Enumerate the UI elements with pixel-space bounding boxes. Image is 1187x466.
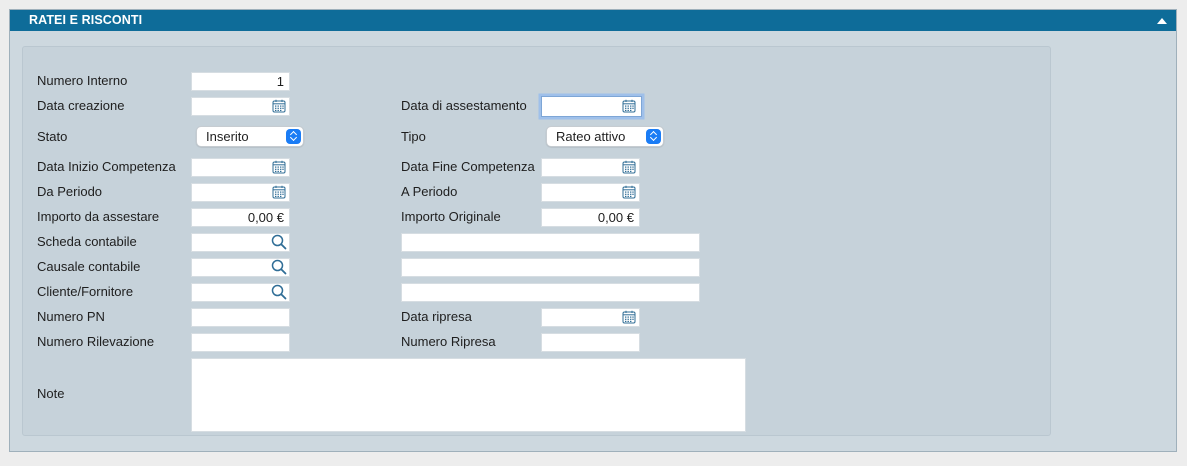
stato-select-value: Inserito	[206, 129, 249, 144]
data-creazione-label: Data creazione	[37, 98, 125, 113]
causale-contabile-label: Causale contabile	[37, 259, 141, 274]
numero-rilevazione-label: Numero Rilevazione	[37, 334, 155, 349]
search-icon[interactable]	[271, 259, 287, 275]
importo-da-assestare-label: Importo da assestare	[37, 209, 160, 224]
importo-originale-field[interactable]	[541, 208, 640, 227]
scheda-contabile-label: Scheda contabile	[37, 234, 137, 249]
data-fine-competenza-label: Data Fine Competenza	[401, 159, 535, 174]
search-icon[interactable]	[271, 284, 287, 300]
causale-contabile-description[interactable]	[401, 258, 700, 277]
window-titlebar: RATEI E RISCONTI	[10, 10, 1176, 31]
data-inizio-competenza-label: Data Inizio Competenza	[37, 159, 176, 174]
calendar-icon[interactable]	[272, 99, 286, 113]
calendar-icon[interactable]	[272, 185, 286, 199]
stato-label: Stato	[37, 129, 68, 144]
tipo-select-value: Rateo attivo	[556, 129, 626, 144]
tipo-label: Tipo	[401, 129, 426, 144]
importo-da-assestare-field[interactable]	[191, 208, 290, 227]
tipo-select[interactable]: Rateo attivo	[546, 126, 664, 147]
calendar-icon[interactable]	[272, 160, 286, 174]
cliente-fornitore-description[interactable]	[401, 283, 700, 302]
da-periodo-label: Da Periodo	[37, 184, 103, 199]
window-title: RATEI E RISCONTI	[29, 13, 143, 27]
cliente-fornitore-label: Cliente/Fornitore	[37, 284, 134, 299]
calendar-icon[interactable]	[622, 185, 636, 199]
note-textarea[interactable]	[191, 358, 746, 432]
ratei-risconti-window: RATEI E RISCONTI Numero Interno Data cre…	[9, 9, 1177, 452]
note-label: Note	[37, 386, 65, 401]
form-panel: Numero Interno Data creazione Data di as…	[22, 46, 1051, 436]
a-periodo-label: A Periodo	[401, 184, 458, 199]
data-assestamento-label: Data di assestamento	[401, 98, 527, 113]
numero-interno-field[interactable]	[191, 72, 290, 91]
numero-ripresa-field[interactable]	[541, 333, 640, 352]
numero-rilevazione-field[interactable]	[191, 333, 290, 352]
chevron-up-down-icon	[646, 129, 661, 144]
calendar-icon[interactable]	[622, 99, 636, 113]
data-ripresa-label: Data ripresa	[401, 309, 472, 324]
numero-ripresa-label: Numero Ripresa	[401, 334, 496, 349]
stato-select[interactable]: Inserito	[196, 126, 304, 147]
search-icon[interactable]	[271, 234, 287, 250]
numero-pn-field[interactable]	[191, 308, 290, 327]
chevron-up-icon[interactable]	[1157, 18, 1167, 24]
calendar-icon[interactable]	[622, 160, 636, 174]
calendar-icon[interactable]	[622, 310, 636, 324]
importo-originale-label: Importo Originale	[401, 209, 501, 224]
numero-interno-label: Numero Interno	[37, 73, 128, 88]
scheda-contabile-description[interactable]	[401, 233, 700, 252]
chevron-up-down-icon	[286, 129, 301, 144]
numero-pn-label: Numero PN	[37, 309, 105, 324]
